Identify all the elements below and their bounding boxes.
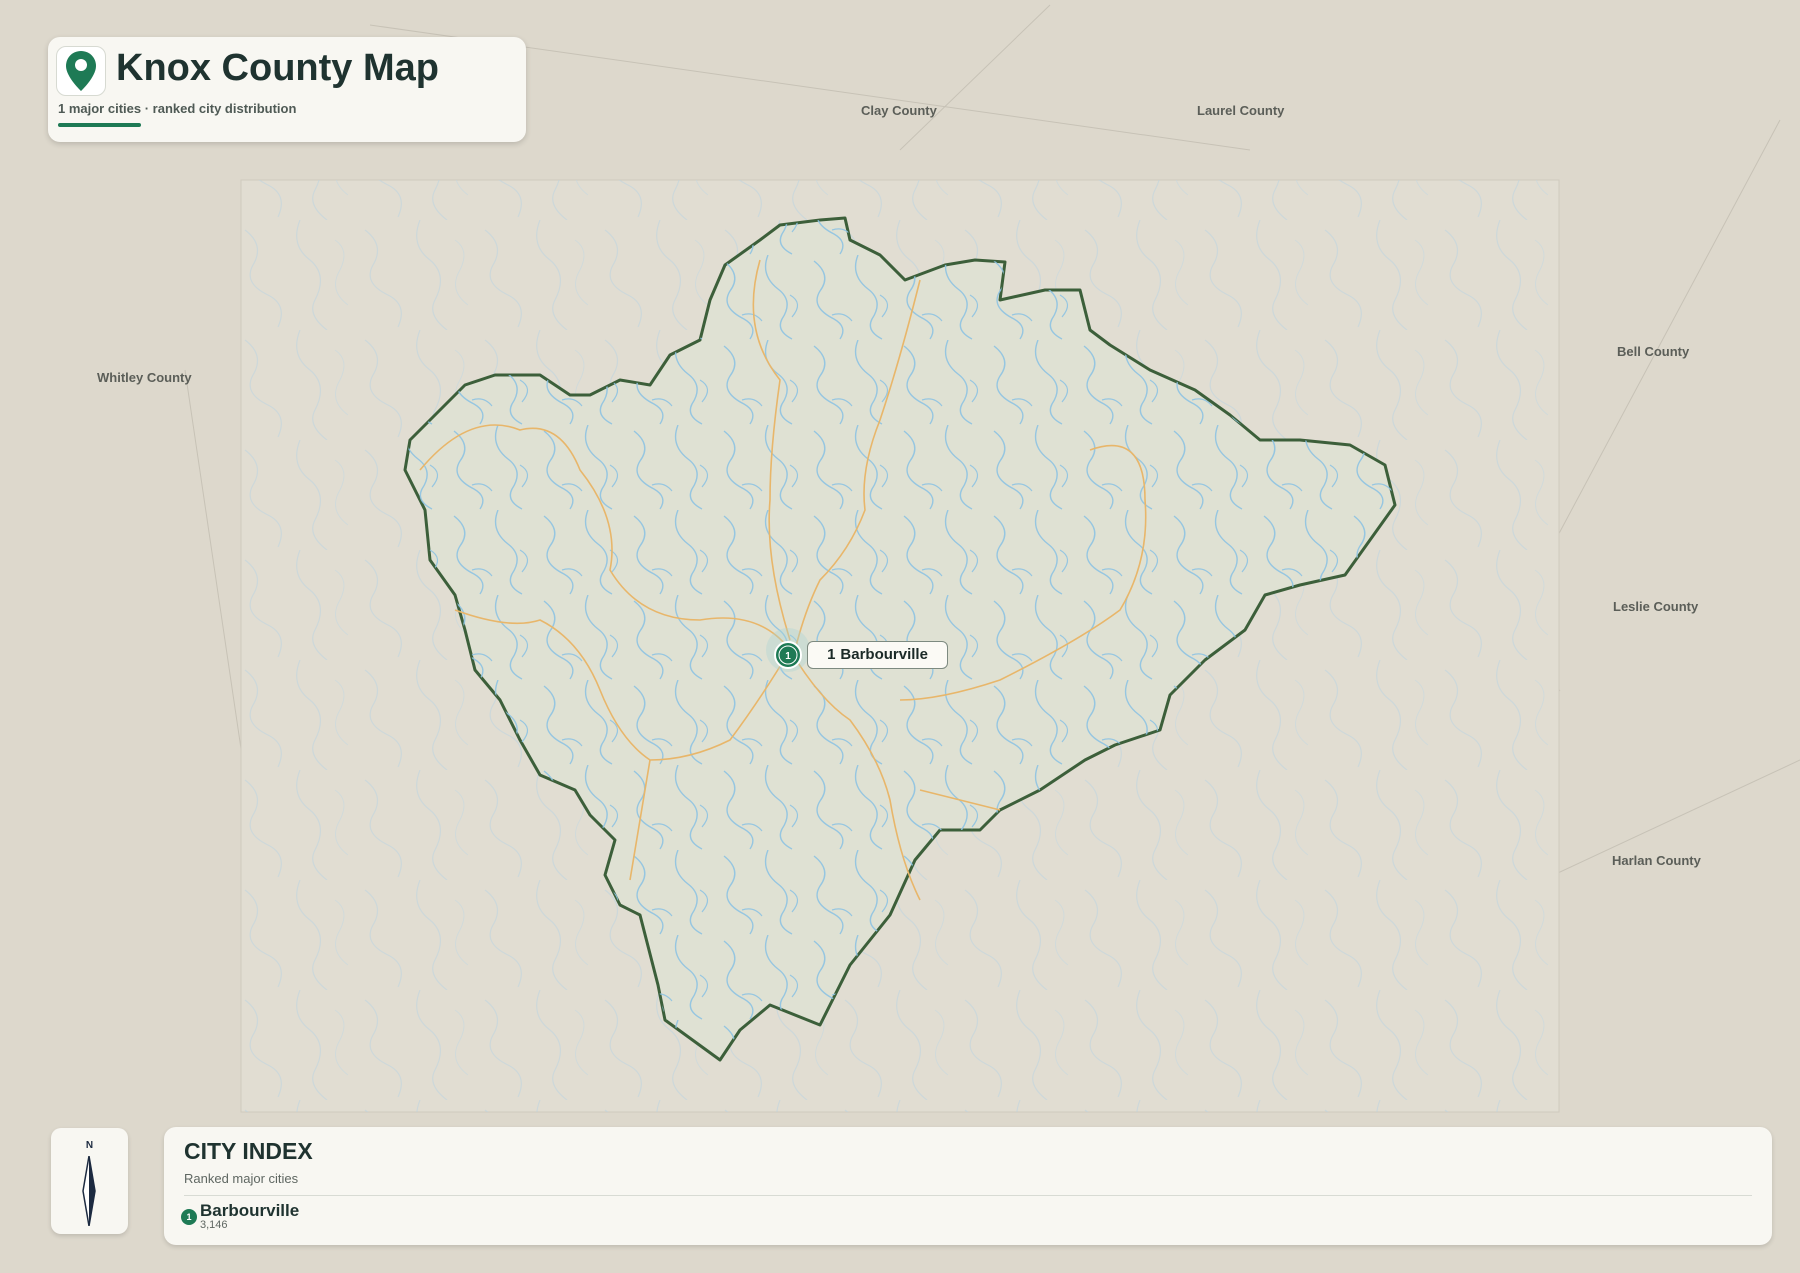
compass-card: N (51, 1128, 128, 1234)
city-index-name: Barbourville (200, 1201, 300, 1220)
neighbor-label-laurel: Laurel County (1197, 103, 1285, 118)
city-label-rank: 1 (827, 646, 836, 663)
map-pin-icon (56, 46, 106, 96)
city-index-title: CITY INDEX (184, 1138, 313, 1164)
neighbor-label-harlan: Harlan County (1612, 853, 1701, 868)
neighbor-label-whitley: Whitley County (97, 370, 192, 385)
city-index-divider (184, 1195, 1752, 1196)
title-card: Knox County Map 1 major cities · ranked … (48, 37, 526, 142)
city-label-name: Barbourville (840, 646, 928, 663)
city-label-barbourville[interactable]: 1 Barbourville (807, 641, 948, 669)
neighbor-label-leslie: Leslie County (1613, 599, 1699, 614)
neighbor-label-clay: Clay County (861, 103, 937, 118)
compass-icon (82, 1156, 96, 1226)
map-canvas[interactable]: 1 (0, 0, 1800, 1273)
compass-north-label: N (85, 1140, 94, 1151)
page-subtitle: 1 major cities · ranked city distributio… (58, 101, 297, 116)
city-index-population: 3,146 (200, 1219, 228, 1231)
city-marker-barbourville[interactable]: 1 (766, 628, 810, 672)
city-rank-badge: 1 (181, 1209, 197, 1225)
neighbor-label-bell: Bell County (1617, 344, 1690, 359)
city-index-subtitle: Ranked major cities (184, 1171, 299, 1186)
city-marker-rank: 1 (785, 651, 791, 662)
page-title: Knox County Map (116, 47, 439, 89)
title-accent-bar (58, 123, 141, 127)
city-index-panel: CITY INDEX Ranked major cities 1 Barbour… (164, 1127, 1772, 1245)
